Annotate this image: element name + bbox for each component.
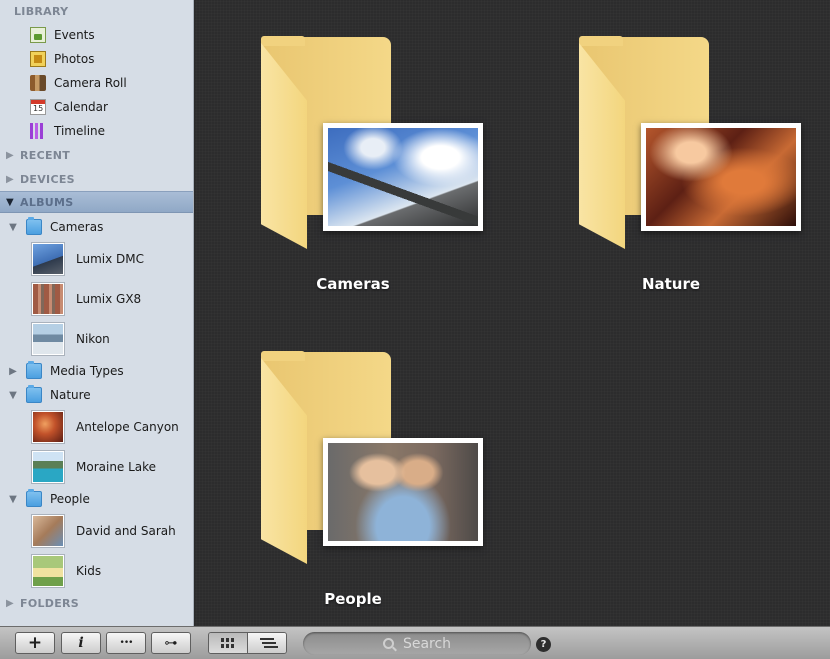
search-placeholder: Search xyxy=(402,635,452,652)
sidebar-item-camera-roll[interactable]: Camera Roll xyxy=(0,71,193,95)
disclosure-right-icon[interactable]: ▶ xyxy=(6,366,20,377)
folder-icon xyxy=(26,385,42,403)
album-thumbnail xyxy=(32,243,64,275)
photos-icon xyxy=(30,51,46,67)
sidebar-album-label: Moraine Lake xyxy=(76,460,157,474)
section-library-label: LIBRARY xyxy=(14,4,69,18)
album-cover-photo xyxy=(641,123,801,231)
album-thumbnail xyxy=(32,555,64,587)
folder-icon xyxy=(26,361,42,379)
section-folders-header[interactable]: ▶ FOLDERS xyxy=(0,592,193,614)
sidebar-album-antelope-canyon[interactable]: Antelope Canyon xyxy=(0,407,193,447)
key-icon: ⊶ xyxy=(164,635,178,651)
album-title[interactable]: Nature xyxy=(513,275,829,293)
sidebar-folder-nature[interactable]: ▼ Nature xyxy=(0,383,193,407)
sidebar-folder-media-types[interactable]: ▶ Media Types xyxy=(0,359,193,383)
bottom-toolbar: + i ••• ⊶ Search ? xyxy=(0,626,830,659)
disclosure-down-icon[interactable]: ▼ xyxy=(6,390,20,401)
album-cover-photo xyxy=(323,438,483,546)
calendar-icon xyxy=(30,99,46,115)
disclosure-down-icon[interactable]: ▼ xyxy=(0,197,20,208)
album-cover-photo xyxy=(323,123,483,231)
album-thumbnail xyxy=(32,515,64,547)
help-button[interactable]: ? xyxy=(536,637,551,652)
sidebar-album-label: Antelope Canyon xyxy=(76,420,179,434)
search-field[interactable]: Search xyxy=(303,632,531,655)
sidebar: LIBRARY Events Photos Camera Roll Calend… xyxy=(0,0,194,626)
sidebar-album-david-and-sarah[interactable]: David and Sarah xyxy=(0,511,193,551)
album-thumbnail xyxy=(32,451,64,483)
timeline-icon xyxy=(30,123,46,139)
section-albums-label: ALBUMS xyxy=(20,195,74,209)
section-library-header[interactable]: LIBRARY xyxy=(0,0,193,22)
info-button[interactable]: i xyxy=(61,632,101,654)
info-icon: i xyxy=(78,635,84,651)
view-mode-segmented-control xyxy=(208,632,287,654)
sidebar-album-lumix-gx8[interactable]: Lumix GX8 xyxy=(0,279,193,319)
section-recent-header[interactable]: ▶ RECENT xyxy=(0,144,193,166)
more-button[interactable]: ••• xyxy=(106,632,146,654)
album-tile-nature[interactable]: Nature xyxy=(513,0,801,293)
sidebar-album-label: Nikon xyxy=(76,332,110,346)
sort-view-button[interactable] xyxy=(247,633,286,653)
section-recent-label: RECENT xyxy=(20,148,71,162)
disclosure-right-icon[interactable]: ▶ xyxy=(0,598,20,609)
album-title[interactable]: Cameras xyxy=(195,275,511,293)
section-devices-label: DEVICES xyxy=(20,172,75,186)
sidebar-item-label: Events xyxy=(54,28,95,42)
album-thumbnail xyxy=(32,323,64,355)
folder-icon xyxy=(26,217,42,235)
sidebar-album-lumix-dmc[interactable]: Lumix DMC xyxy=(0,239,193,279)
sidebar-album-label: David and Sarah xyxy=(76,524,176,538)
disclosure-down-icon[interactable]: ▼ xyxy=(6,494,20,505)
sidebar-item-label: Calendar xyxy=(54,100,108,114)
section-albums-header[interactable]: ▼ ALBUMS xyxy=(0,191,193,213)
disclosure-right-icon[interactable]: ▶ xyxy=(0,174,20,185)
sidebar-folder-people[interactable]: ▼ People xyxy=(0,487,193,511)
sidebar-item-photos[interactable]: Photos xyxy=(0,47,193,71)
add-button[interactable]: + xyxy=(15,632,55,654)
sidebar-album-kids[interactable]: Kids xyxy=(0,551,193,591)
camera-roll-icon xyxy=(30,75,46,91)
sidebar-album-nikon[interactable]: Nikon xyxy=(0,319,193,359)
sidebar-folder-cameras[interactable]: ▼ Cameras xyxy=(0,215,193,239)
sidebar-item-label: Timeline xyxy=(54,124,106,138)
grid-icon xyxy=(221,638,235,648)
sidebar-album-moraine-lake[interactable]: Moraine Lake xyxy=(0,447,193,487)
album-thumbnail xyxy=(32,411,64,443)
section-devices-header[interactable]: ▶ DEVICES xyxy=(0,168,193,190)
disclosure-right-icon[interactable]: ▶ xyxy=(0,150,20,161)
sidebar-album-label: Kids xyxy=(76,564,102,578)
sidebar-album-label: Lumix DMC xyxy=(76,252,144,266)
sidebar-folder-label: Nature xyxy=(50,388,91,402)
folder-icon xyxy=(26,489,42,507)
ellipsis-icon: ••• xyxy=(119,638,134,648)
album-thumbnail xyxy=(32,283,64,315)
sidebar-item-events[interactable]: Events xyxy=(0,23,193,47)
sidebar-item-timeline[interactable]: Timeline xyxy=(0,119,193,143)
sidebar-item-calendar[interactable]: Calendar xyxy=(0,95,193,119)
sidebar-album-label: Lumix GX8 xyxy=(76,292,142,306)
keyword-button[interactable]: ⊶ xyxy=(151,632,191,654)
grid-view-button[interactable] xyxy=(209,633,247,653)
section-folders-label: FOLDERS xyxy=(20,596,80,610)
sidebar-item-label: Camera Roll xyxy=(54,76,127,90)
events-icon xyxy=(30,27,46,43)
sidebar-folder-label: Cameras xyxy=(50,220,104,234)
album-tile-cameras[interactable]: Cameras xyxy=(195,0,483,293)
sidebar-folder-label: Media Types xyxy=(50,364,124,378)
album-grid: Cameras Nature People xyxy=(195,0,830,626)
disclosure-down-icon[interactable]: ▼ xyxy=(6,222,20,233)
plus-icon: + xyxy=(27,633,43,653)
sidebar-folder-label: People xyxy=(50,492,90,506)
album-title[interactable]: People xyxy=(195,590,511,608)
album-tile-people[interactable]: People xyxy=(195,315,483,608)
sort-icon xyxy=(260,637,274,649)
search-icon xyxy=(382,638,394,649)
sidebar-item-label: Photos xyxy=(54,52,95,66)
